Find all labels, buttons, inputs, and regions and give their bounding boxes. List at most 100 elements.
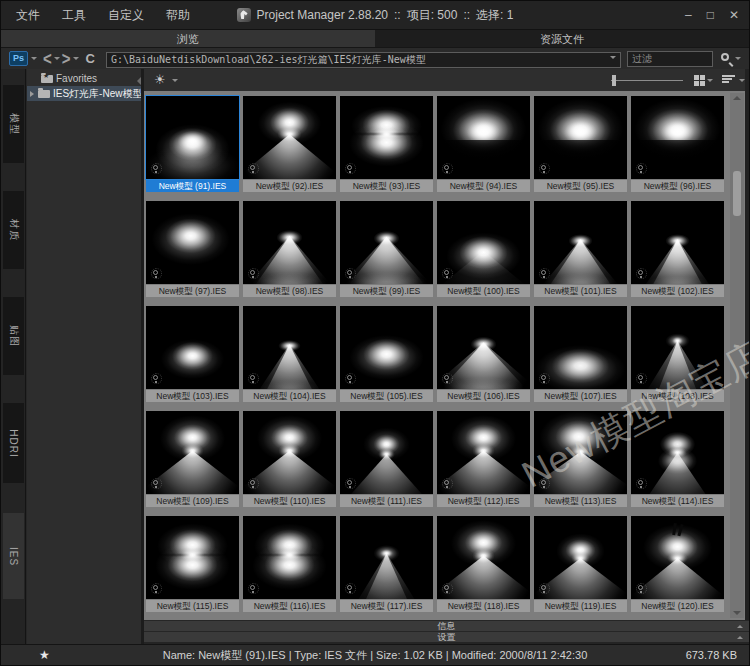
thumbnail-item[interactable]: New模型 (117).IES: [340, 516, 433, 612]
ies-light-preview[interactable]: [534, 516, 627, 599]
ies-light-preview[interactable]: [437, 516, 530, 599]
ies-light-preview[interactable]: [340, 201, 433, 284]
thumbnail-label[interactable]: New模型 (105).IES: [340, 390, 433, 402]
thumbnail-item[interactable]: New模型 (100).IES: [437, 201, 530, 297]
thumbnail-label[interactable]: New模型 (102).IES: [631, 285, 724, 297]
thumbnail-item[interactable]: New模型 (96).IES: [631, 96, 724, 192]
thumbnail-label[interactable]: New模型 (112).IES: [437, 495, 530, 507]
ies-light-preview[interactable]: [243, 96, 336, 179]
thumbnail-item[interactable]: New模型 (95).IES: [534, 96, 627, 192]
thumbnail-item[interactable]: New模型 (105).IES: [340, 306, 433, 402]
thumbnail-item[interactable]: New模型 (92).IES: [243, 96, 336, 192]
thumbnail-item[interactable]: New模型 (99).IES: [340, 201, 433, 297]
thumbnail-item[interactable]: New模型 (91).IES: [146, 96, 239, 192]
forward-dropdown-caret-icon[interactable]: [73, 57, 79, 60]
ies-light-preview[interactable]: [243, 306, 336, 389]
search-icon[interactable]: [719, 51, 735, 67]
ies-light-preview[interactable]: [534, 96, 627, 179]
ies-light-preview[interactable]: [437, 96, 530, 179]
menu-item-3[interactable]: 帮助: [155, 7, 201, 24]
thumbnail-item[interactable]: New模型 (93).IES: [340, 96, 433, 192]
render-light-icon[interactable]: ☀: [154, 73, 167, 86]
ies-light-preview[interactable]: [631, 96, 724, 179]
thumbnail-item[interactable]: New模型 (98).IES: [243, 201, 336, 297]
ies-light-preview[interactable]: [631, 201, 724, 284]
path-dropdown-caret-icon[interactable]: [610, 56, 616, 59]
ies-light-preview[interactable]: [340, 96, 433, 179]
settings-panel-bar[interactable]: 设置: [144, 631, 749, 642]
thumbnail-item[interactable]: New模型 (102).IES: [631, 201, 724, 297]
thumbnail-label[interactable]: New模型 (113).IES: [534, 495, 627, 507]
thumbnail-item[interactable]: New模型 (118).IES: [437, 516, 530, 612]
slider-handle[interactable]: [612, 75, 616, 86]
thumbnail-label[interactable]: New模型 (100).IES: [437, 285, 530, 297]
thumbnail-label[interactable]: New模型 (95).IES: [534, 180, 627, 192]
thumbnail-label[interactable]: New模型 (91).IES: [146, 180, 239, 192]
thumbnail-item[interactable]: New模型 (108).IES: [631, 306, 724, 402]
thumbnail-item[interactable]: New模型 (120).IES: [631, 516, 724, 612]
ies-light-preview[interactable]: [146, 201, 239, 284]
ies-light-preview[interactable]: [631, 306, 724, 389]
tree-item-0[interactable]: Favorites: [27, 71, 141, 86]
thumbnail-item[interactable]: New模型 (106).IES: [437, 306, 530, 402]
grid-view-icon[interactable]: [694, 75, 705, 86]
thumbnail-item[interactable]: New模型 (101).IES: [534, 201, 627, 297]
search-dropdown-caret-icon[interactable]: [735, 57, 741, 60]
thumbnail-item[interactable]: New模型 (104).IES: [243, 306, 336, 402]
info-panel-bar[interactable]: 信息: [144, 620, 749, 631]
thumbnail-label[interactable]: New模型 (119).IES: [534, 600, 627, 612]
ies-light-preview[interactable]: [340, 306, 433, 389]
ies-light-preview[interactable]: [146, 306, 239, 389]
tree-expand-arrow-icon[interactable]: [30, 91, 34, 97]
thumbnail-label[interactable]: New模型 (111).IES: [340, 495, 433, 507]
ies-light-preview[interactable]: [340, 411, 433, 494]
thumbnail-label[interactable]: New模型 (118).IES: [437, 600, 530, 612]
tree-item-1[interactable]: IES灯光库-New模型: [27, 86, 141, 101]
menu-item-1[interactable]: 工具: [51, 7, 97, 24]
ies-light-preview[interactable]: [340, 516, 433, 599]
thumbnail-label[interactable]: New模型 (98).IES: [243, 285, 336, 297]
ies-light-preview[interactable]: [243, 516, 336, 599]
thumbnail-label[interactable]: New模型 (101).IES: [534, 285, 627, 297]
ies-light-preview[interactable]: [534, 411, 627, 494]
thumbnail-item[interactable]: New模型 (109).IES: [146, 411, 239, 507]
thumbnail-label[interactable]: New模型 (94).IES: [437, 180, 530, 192]
thumbnail-label[interactable]: New模型 (103).IES: [146, 390, 239, 402]
category-tab-模型[interactable]: 模型: [3, 85, 24, 163]
ies-light-preview[interactable]: [631, 411, 724, 494]
category-tab-材质[interactable]: 材质: [3, 191, 24, 269]
thumbnail-label[interactable]: New模型 (109).IES: [146, 495, 239, 507]
thumbnail-item[interactable]: New模型 (97).IES: [146, 201, 239, 297]
path-input[interactable]: [106, 52, 621, 68]
thumbnail-size-slider[interactable]: [611, 80, 683, 81]
thumbnail-item[interactable]: New模型 (116).IES: [243, 516, 336, 612]
thumbnail-item[interactable]: New模型 (94).IES: [437, 96, 530, 192]
thumbnail-item[interactable]: New模型 (111).IES: [340, 411, 433, 507]
ies-light-preview[interactable]: [437, 411, 530, 494]
refresh-button[interactable]: C: [83, 51, 98, 66]
tab-1[interactable]: 资源文件: [375, 30, 749, 47]
thumbnail-label[interactable]: New模型 (116).IES: [243, 600, 336, 612]
forward-button[interactable]: >: [60, 50, 73, 68]
thumbnail-label[interactable]: New模型 (115).IES: [146, 600, 239, 612]
menu-item-0[interactable]: 文件: [5, 7, 51, 24]
thumbnail-item[interactable]: New模型 (119).IES: [534, 516, 627, 612]
filter-input[interactable]: [627, 51, 713, 67]
ies-light-preview[interactable]: [437, 306, 530, 389]
ies-light-preview[interactable]: [534, 306, 627, 389]
vertical-scrollbar[interactable]: [730, 93, 744, 618]
thumbnail-label[interactable]: New模型 (99).IES: [340, 285, 433, 297]
thumbnail-label[interactable]: New模型 (106).IES: [437, 390, 530, 402]
thumbnail-item[interactable]: New模型 (110).IES: [243, 411, 336, 507]
thumbnail-label[interactable]: New模型 (104).IES: [243, 390, 336, 402]
scroll-up-icon[interactable]: [730, 93, 744, 103]
ies-light-preview[interactable]: [146, 411, 239, 494]
grid-view-caret-icon[interactable]: [707, 79, 713, 82]
tab-0[interactable]: 浏览: [1, 30, 375, 47]
thumbnail-item[interactable]: New模型 (115).IES: [146, 516, 239, 612]
thumbnail-label[interactable]: New模型 (117).IES: [340, 600, 433, 612]
ps-dropdown-caret-icon[interactable]: [31, 57, 37, 60]
ies-light-preview[interactable]: [437, 201, 530, 284]
light-dropdown-caret-icon[interactable]: [172, 79, 178, 82]
thumbnail-item[interactable]: New模型 (114).IES: [631, 411, 724, 507]
